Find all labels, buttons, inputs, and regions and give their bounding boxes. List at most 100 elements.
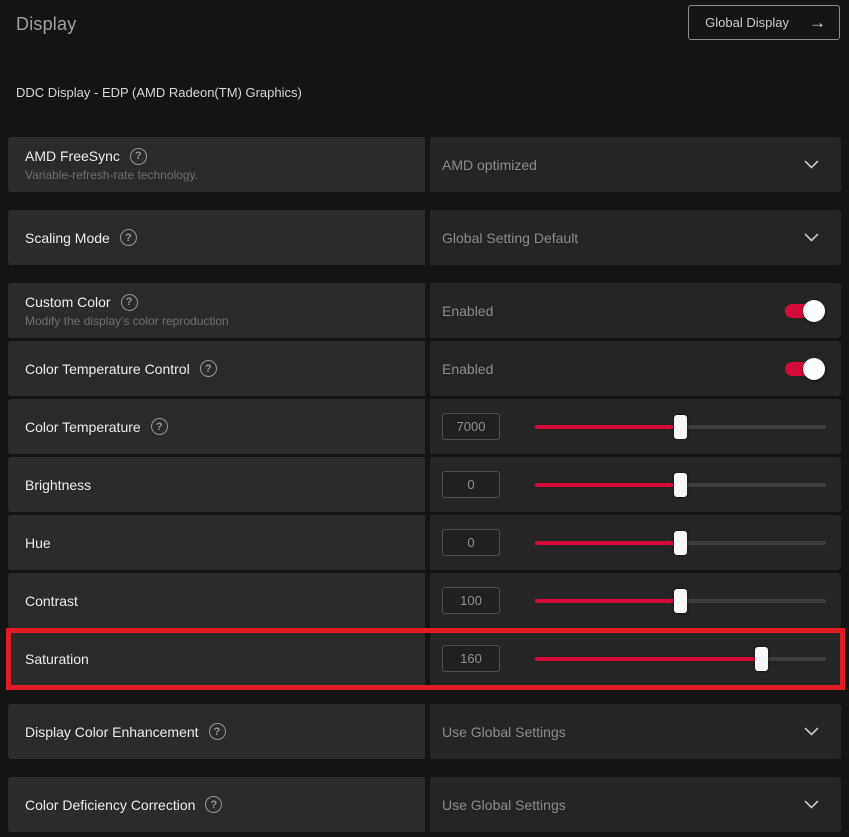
- settings-row-amd-freesync: AMD FreeSync ? Variable-refresh-rate tec…: [8, 137, 841, 192]
- setting-label-text: Custom Color: [25, 294, 111, 310]
- scaling-mode-dropdown[interactable]: Global Setting Default: [442, 210, 826, 265]
- saturation-input[interactable]: [442, 645, 500, 672]
- help-icon[interactable]: ?: [209, 723, 226, 740]
- help-icon[interactable]: ?: [130, 148, 147, 165]
- toggle-state-label: Enabled: [442, 303, 493, 319]
- setting-description: Variable-refresh-rate technology.: [25, 168, 425, 182]
- settings-row-saturation: Saturation: [8, 631, 841, 686]
- help-icon[interactable]: ?: [151, 418, 168, 435]
- setting-label: Display Color Enhancement ?: [25, 723, 425, 740]
- setting-label-text: Color Deficiency Correction: [25, 797, 195, 813]
- slider-fill: [535, 599, 681, 603]
- setting-label: Color Deficiency Correction ?: [25, 796, 425, 813]
- display-color-enhancement-dropdown[interactable]: Use Global Settings: [442, 704, 826, 759]
- setting-control-cell: Use Global Settings: [430, 777, 841, 832]
- setting-label-text: Display Color Enhancement: [25, 724, 199, 740]
- slider-handle[interactable]: [674, 589, 687, 613]
- color-temperature-control-toggle[interactable]: [785, 362, 822, 376]
- toggle-knob: [803, 300, 825, 322]
- setting-label-cell: Color Temperature Control ?: [8, 341, 425, 396]
- color-temperature-slider[interactable]: [535, 415, 826, 439]
- setting-label: Scaling Mode ?: [25, 229, 425, 246]
- setting-label-text: Hue: [25, 535, 51, 551]
- dropdown-value: Use Global Settings: [442, 797, 566, 813]
- setting-description: Modify the display's color reproduction: [25, 314, 425, 328]
- settings-rows: AMD FreeSync ? Variable-refresh-rate tec…: [8, 137, 841, 832]
- help-icon[interactable]: ?: [205, 796, 222, 813]
- setting-control-cell: AMD optimized: [430, 137, 841, 192]
- custom-color-toggle[interactable]: [785, 304, 822, 318]
- setting-control-cell: [430, 631, 841, 686]
- slider-handle[interactable]: [755, 647, 768, 671]
- chevron-down-icon: [804, 160, 819, 169]
- setting-label-text: Scaling Mode: [25, 230, 110, 246]
- setting-label-text: Color Temperature Control: [25, 361, 190, 377]
- setting-control-cell: Use Global Settings: [430, 704, 841, 759]
- setting-label: Brightness: [25, 477, 425, 493]
- setting-control-cell: Global Setting Default: [430, 210, 841, 265]
- slider-handle[interactable]: [674, 531, 687, 555]
- hue-input[interactable]: [442, 529, 500, 556]
- global-display-button-label: Global Display: [705, 15, 789, 30]
- brightness-input[interactable]: [442, 471, 500, 498]
- setting-label: Saturation: [25, 651, 425, 667]
- hue-slider[interactable]: [535, 531, 826, 555]
- settings-row-scaling-mode: Scaling Mode ? Global Setting Default: [8, 210, 841, 265]
- settings-row-brightness: Brightness: [8, 457, 841, 512]
- setting-control-cell: [430, 457, 841, 512]
- setting-label-cell: Hue: [8, 515, 425, 570]
- color-temperature-input[interactable]: [442, 413, 500, 440]
- setting-label-cell: Custom Color ? Modify the display's colo…: [8, 283, 425, 338]
- chevron-down-icon: [804, 800, 819, 809]
- setting-label-text: AMD FreeSync: [25, 148, 120, 164]
- display-identifier: DDC Display - EDP (AMD Radeon(TM) Graphi…: [16, 85, 841, 100]
- setting-label-cell: Saturation: [8, 631, 425, 686]
- slider-fill: [535, 425, 681, 429]
- setting-label-cell: Color Temperature ?: [8, 399, 425, 454]
- settings-row-custom-color: Custom Color ? Modify the display's colo…: [8, 283, 841, 338]
- setting-control-cell: Enabled: [430, 341, 841, 396]
- toggle-state-label: Enabled: [442, 361, 493, 377]
- amd-freesync-dropdown[interactable]: AMD optimized: [442, 137, 826, 192]
- setting-label: AMD FreeSync ?: [25, 148, 425, 165]
- toggle-control: Enabled: [442, 361, 826, 377]
- saturation-slider[interactable]: [535, 647, 826, 671]
- settings-row-contrast: Contrast: [8, 573, 841, 628]
- slider-fill: [535, 483, 681, 487]
- slider-fill: [535, 541, 681, 545]
- settings-row-color-deficiency-correction: Color Deficiency Correction ? Use Global…: [8, 777, 841, 832]
- help-icon[interactable]: ?: [200, 360, 217, 377]
- display-settings-page: Display Global Display → DDC Display - E…: [0, 0, 849, 837]
- setting-label-cell: Brightness: [8, 457, 425, 512]
- slider-handle[interactable]: [674, 415, 687, 439]
- slider-fill: [535, 657, 762, 661]
- toggle-control: Enabled: [442, 303, 826, 319]
- contrast-input[interactable]: [442, 587, 500, 614]
- chevron-down-icon: [804, 233, 819, 242]
- setting-label: Hue: [25, 535, 425, 551]
- setting-label-text: Color Temperature: [25, 419, 141, 435]
- setting-control-cell: [430, 515, 841, 570]
- settings-row-display-color-enhancement: Display Color Enhancement ? Use Global S…: [8, 704, 841, 759]
- setting-label-cell: AMD FreeSync ? Variable-refresh-rate tec…: [8, 137, 425, 192]
- setting-label-text: Contrast: [25, 593, 78, 609]
- setting-control-cell: [430, 573, 841, 628]
- global-display-button[interactable]: Global Display →: [688, 5, 840, 40]
- brightness-slider[interactable]: [535, 473, 826, 497]
- slider-handle[interactable]: [674, 473, 687, 497]
- setting-label-text: Brightness: [25, 477, 91, 493]
- setting-label-text: Saturation: [25, 651, 89, 667]
- dropdown-value: Use Global Settings: [442, 724, 566, 740]
- setting-control-cell: [430, 399, 841, 454]
- settings-row-hue: Hue: [8, 515, 841, 570]
- help-icon[interactable]: ?: [120, 229, 137, 246]
- color-deficiency-correction-dropdown[interactable]: Use Global Settings: [442, 777, 826, 832]
- settings-row-color-temperature: Color Temperature ?: [8, 399, 841, 454]
- arrow-right-icon: →: [809, 14, 826, 31]
- help-icon[interactable]: ?: [121, 294, 138, 311]
- contrast-slider[interactable]: [535, 589, 826, 613]
- chevron-down-icon: [804, 727, 819, 736]
- setting-label-cell: Contrast: [8, 573, 425, 628]
- setting-label-cell: Color Deficiency Correction ?: [8, 777, 425, 832]
- setting-control-cell: Enabled: [430, 283, 841, 338]
